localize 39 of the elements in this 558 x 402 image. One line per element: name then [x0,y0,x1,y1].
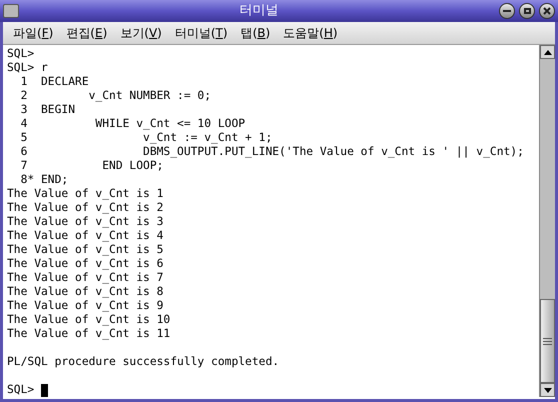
terminal-line: The Value of v_Cnt is 2 [7,201,164,215]
scroll-thumb[interactable] [540,299,555,383]
terminal-line: The Value of v_Cnt is 6 [7,257,164,271]
terminal-line: 5 v_Cnt := v_Cnt + 1; [20,131,272,145]
terminal-line: The Value of v_Cnt is 10 [7,313,170,327]
terminal-line: The Value of v_Cnt is 11 [7,327,170,341]
menu-item[interactable]: 터미널(T) [174,24,228,42]
maximize-icon[interactable] [519,3,535,19]
menu-item[interactable]: 편집(E) [66,24,108,42]
window-title: 터미널 [238,3,280,19]
close-icon[interactable] [539,3,555,19]
terminal-line: The Value of v_Cnt is 8 [7,285,164,299]
terminal-line: 6 DBMS_OUTPUT.PUT_LINE('The Value of v_Cnt is ' || v_Cnt); [20,145,524,159]
terminal-line: The Value of v_Cnt is 7 [7,271,164,285]
terminal-line: 1 DECLARE [20,75,89,89]
minimize-icon[interactable] [499,3,515,19]
terminal-prompt: SQL> [7,383,34,397]
terminal-line: The Value of v_Cnt is 4 [7,229,164,243]
terminal-line: PL/SQL procedure successfully completed. [7,355,280,369]
window-menu-icon[interactable] [3,4,19,18]
scrollbar[interactable] [539,45,555,397]
text-cursor [41,384,48,396]
terminal-line: 2 v_Cnt NUMBER := 0; [20,89,212,103]
scroll-down-icon[interactable] [540,383,555,397]
terminal-line: The Value of v_Cnt is 3 [7,215,164,229]
terminal-line: 3 BEGIN [20,103,76,117]
terminal-line: 4 WHILE v_Cnt <= 10 LOOP [20,117,246,131]
menu-item[interactable]: 보기(V) [120,24,162,42]
terminal-line: The Value of v_Cnt is 9 [7,299,164,313]
menu-item[interactable]: 도움말(H) [283,24,338,42]
terminal-line: 7 END LOOP; [20,159,164,173]
terminal-line: The Value of v_Cnt is 5 [7,243,164,257]
menu-item[interactable]: 파일(F) [13,24,54,42]
terminal-line: The Value of v_Cnt is 1 [7,187,164,201]
terminal-line: SQL> [7,47,34,61]
terminal-line: 8* END; [20,173,68,187]
menu-item[interactable]: 탭(B) [240,24,270,42]
terminal-line: SQL> r [7,61,48,75]
scroll-up-icon[interactable] [540,45,555,59]
